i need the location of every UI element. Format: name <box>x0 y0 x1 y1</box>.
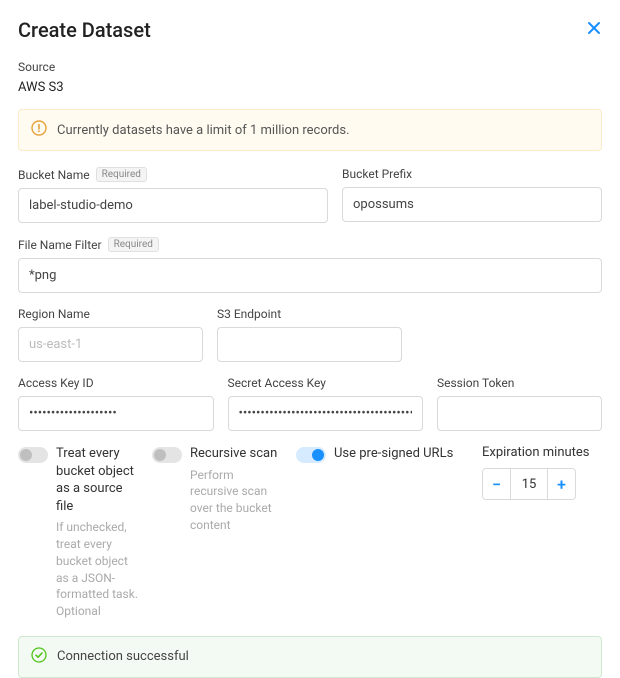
bucket-prefix-label: Bucket Prefix <box>342 167 412 181</box>
recursive-scan-desc: Perform recursive scan over the bucket c… <box>190 467 282 534</box>
treat-source-desc: If unchecked, treat every bucket object … <box>56 519 138 620</box>
bucket-name-label: Bucket Name <box>18 168 90 182</box>
bucket-name-input[interactable] <box>18 188 328 223</box>
session-token-input[interactable] <box>437 396 602 431</box>
region-name-label: Region Name <box>18 307 90 321</box>
treat-source-label: Treat every bucket object as a source fi… <box>56 445 138 515</box>
access-key-input[interactable] <box>18 396 214 431</box>
expiration-label: Expiration minutes <box>482 445 590 460</box>
connection-status-banner: Connection successful <box>18 636 602 678</box>
secret-key-label: Secret Access Key <box>228 376 326 390</box>
expiration-increment-button[interactable]: + <box>547 469 575 499</box>
s3-endpoint-input[interactable] <box>217 327 402 362</box>
expiration-stepper: − + <box>482 468 576 500</box>
success-icon <box>31 647 47 667</box>
connection-status-text: Connection successful <box>57 649 189 664</box>
presigned-urls-label: Use pre-signed URLs <box>334 445 453 463</box>
region-name-input[interactable] <box>18 327 203 362</box>
secret-key-input[interactable] <box>228 396 424 431</box>
expiration-input[interactable] <box>511 469 547 499</box>
session-token-label: Session Token <box>437 376 514 390</box>
bucket-prefix-input[interactable] <box>342 187 602 222</box>
limit-warning-banner: Currently datasets have a limit of 1 mil… <box>18 109 602 151</box>
treat-source-toggle[interactable] <box>18 447 48 463</box>
required-badge: Required <box>96 167 147 182</box>
close-icon <box>586 20 602 36</box>
recursive-scan-label: Recursive scan <box>190 445 282 463</box>
file-filter-input[interactable] <box>18 258 602 293</box>
access-key-label: Access Key ID <box>18 376 94 390</box>
close-button[interactable] <box>586 20 602 40</box>
warning-text: Currently datasets have a limit of 1 mil… <box>57 123 350 138</box>
warning-icon <box>31 120 47 140</box>
required-badge: Required <box>108 237 159 252</box>
recursive-scan-toggle[interactable] <box>152 447 182 463</box>
s3-endpoint-label: S3 Endpoint <box>217 307 281 321</box>
file-filter-label: File Name Filter <box>18 238 102 252</box>
presigned-urls-toggle[interactable] <box>296 447 326 463</box>
dialog-title: Create Dataset <box>18 18 151 42</box>
source-value: AWS S3 <box>18 80 602 95</box>
source-label: Source <box>18 60 602 74</box>
expiration-decrement-button[interactable]: − <box>483 469 511 499</box>
